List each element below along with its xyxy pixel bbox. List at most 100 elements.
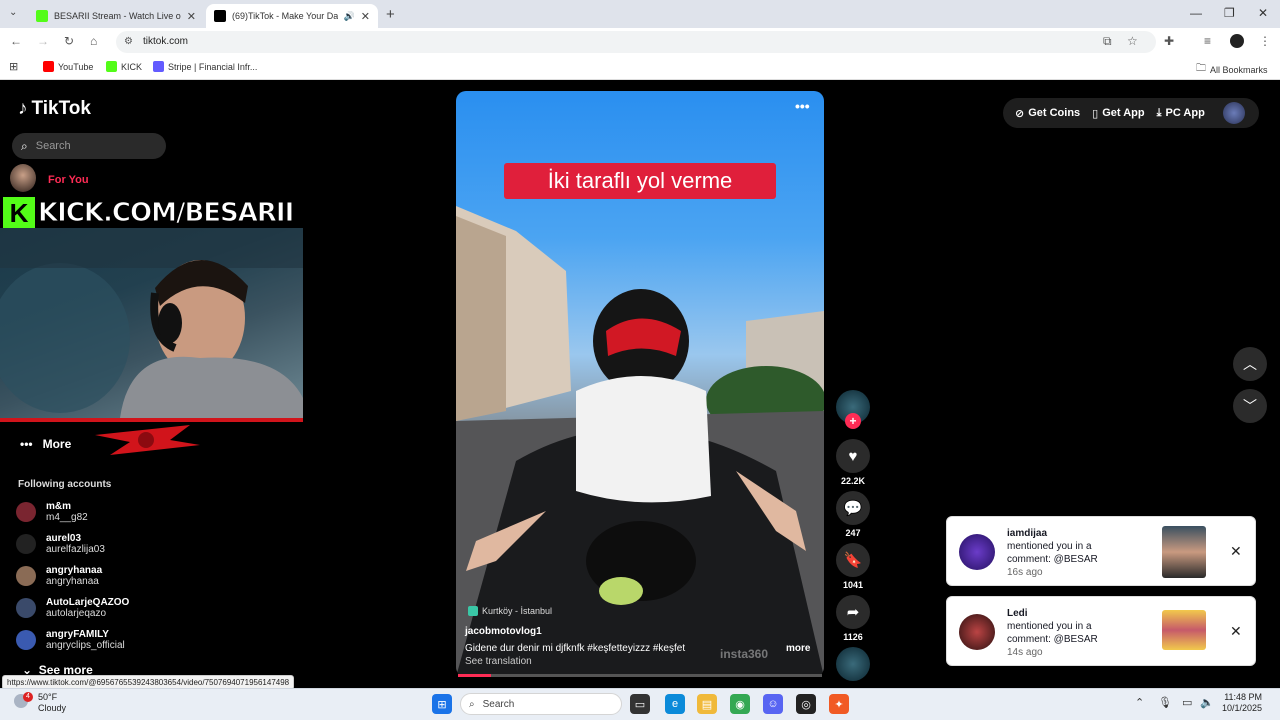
chrome-icon[interactable]: ◉ — [730, 694, 750, 714]
like-button[interactable]: ♥ — [836, 439, 870, 473]
video-progress-bar[interactable] — [458, 674, 822, 677]
nav-more[interactable]: ••• More — [20, 437, 71, 451]
app-icon[interactable]: ✦ — [829, 694, 849, 714]
forward-icon[interactable]: → — [37, 34, 49, 48]
save-button[interactable]: 🔖 — [836, 543, 870, 577]
weather-widget[interactable]: 50°F Cloudy — [22, 692, 66, 714]
edge-icon[interactable]: e — [665, 694, 685, 714]
stripe-icon — [153, 61, 164, 72]
following-account[interactable]: AutoLarjeQAZOO autolarjeqazo — [16, 597, 129, 619]
following-account[interactable]: aurel03 aurelfazlija03 — [16, 533, 105, 555]
get-app-button[interactable]: ▯ Get App — [1092, 107, 1144, 120]
obs-icon[interactable]: ◎ — [796, 694, 816, 714]
weather-temp: 50°F — [38, 692, 58, 702]
install-app-icon[interactable]: ⧉ — [1103, 34, 1112, 49]
microphone-icon[interactable]: 🎙 — [1158, 696, 1172, 709]
clock-time: 11:48 PM — [1224, 692, 1263, 702]
comment-button[interactable]: 💬 — [836, 491, 870, 525]
coin-icon: ⊘ — [1015, 107, 1025, 120]
profile-avatar[interactable] — [1230, 34, 1244, 48]
get-coins-button[interactable]: ⊘ Get Coins — [1015, 107, 1080, 120]
notification-card[interactable]: iamdijaa mentioned you in a comment: @BE… — [946, 516, 1256, 586]
back-icon[interactable]: ← — [10, 34, 22, 48]
restore-button[interactable]: ❐ — [1224, 6, 1235, 20]
next-video-button[interactable]: ﹀ — [1233, 389, 1267, 423]
file-explorer-icon[interactable]: ▤ — [697, 694, 717, 714]
taskbar-search[interactable]: ⌕ Search — [460, 693, 622, 715]
streamer-webcam-image — [0, 228, 303, 418]
windows-start-icon[interactable]: ⊞ — [432, 694, 452, 714]
notification-card[interactable]: Ledi mentioned you in a comment: @BESAR … — [946, 596, 1256, 666]
close-tab-icon[interactable]: ✕ — [187, 10, 196, 23]
following-account[interactable]: angryhanaa angryhanaa — [16, 565, 102, 587]
chrome-menu-icon[interactable]: ⋮ — [1259, 34, 1271, 48]
share-arrow-icon: ➦ — [846, 604, 860, 621]
speaker-icon[interactable]: 🔊 — [344, 11, 355, 22]
following-account[interactable]: m&m m4__g82 — [16, 501, 88, 523]
account-handle: aurelfazlija03 — [46, 544, 105, 555]
task-view-icon[interactable]: ▭ — [630, 694, 650, 714]
following-accounts-header: Following accounts — [18, 479, 112, 490]
home-icon[interactable]: ⌂ — [90, 34, 97, 48]
nav-for-you[interactable]: For You — [48, 174, 89, 186]
reload-icon[interactable]: ↻ — [64, 34, 74, 48]
bookmark-stripe[interactable]: Stripe | Financial Infr... — [153, 61, 257, 72]
video-author[interactable]: jacobmotovlog1 — [465, 626, 542, 637]
account-handle: m4__g82 — [46, 512, 88, 523]
youtube-icon — [43, 61, 54, 72]
clock[interactable]: 11:48 PM 10/1/2025 — [1222, 692, 1262, 714]
clock-date: 10/1/2025 — [1222, 703, 1263, 713]
tiktok-logo[interactable]: ♪ TikTok — [18, 98, 91, 120]
minimize-button[interactable]: — — [1190, 6, 1202, 20]
previous-video-button[interactable]: ︿ — [1233, 347, 1267, 381]
video-location[interactable]: Kurtköy - İstanbul — [468, 606, 552, 616]
all-bookmarks[interactable]: 🗀 All Bookmarks — [1196, 61, 1268, 78]
description-more-button[interactable]: more — [786, 643, 810, 654]
close-notification-icon[interactable]: ✕ — [1230, 543, 1242, 560]
follow-plus-button[interactable]: + — [845, 413, 861, 429]
bookmark-youtube[interactable]: YouTube — [43, 61, 93, 72]
address-bar[interactable] — [116, 31, 1156, 53]
network-icon[interactable]: ▭ — [1182, 696, 1192, 709]
tray-chevron-icon[interactable]: ⌃ — [1135, 696, 1144, 709]
share-button[interactable]: ➦ — [836, 595, 870, 629]
discord-icon[interactable]: ☺ — [763, 694, 783, 714]
search-placeholder: Search — [35, 140, 71, 152]
tab-list-chevron-icon[interactable]: ⌄ — [9, 7, 17, 18]
volume-icon[interactable]: 🔈 — [1200, 696, 1214, 709]
tab-tiktok[interactable]: (69)TikTok - Make Your Day 🔊 ✕ — [206, 4, 378, 28]
close-window-button[interactable]: ✕ — [1258, 6, 1268, 20]
profile-avatar[interactable] — [1222, 102, 1245, 124]
notification-thumbnail[interactable] — [1162, 610, 1206, 650]
close-notification-icon[interactable]: ✕ — [1230, 623, 1242, 640]
video-options-icon[interactable]: ••• — [795, 98, 810, 114]
account-handle: angryhanaa — [46, 576, 99, 587]
kick-banner: K KICK.COM/BESARII — [0, 194, 303, 232]
notification-thumbnail[interactable] — [1162, 526, 1206, 578]
heart-icon: ♥ — [848, 447, 858, 465]
media-control-icon[interactable]: ≡ — [1204, 34, 1211, 48]
extensions-icon[interactable]: ✚ — [1164, 34, 1174, 48]
save-count: 1041 — [842, 580, 864, 590]
new-tab-button[interactable]: + — [386, 6, 395, 23]
bookmark-label: Stripe | Financial Infr... — [168, 61, 258, 72]
site-info-icon[interactable]: ⚙ — [124, 36, 133, 47]
close-tab-icon[interactable]: ✕ — [361, 10, 370, 23]
following-account[interactable]: angryFAMILY angryclips_official — [16, 629, 125, 651]
search-input[interactable]: ⌕ Search — [12, 133, 166, 159]
pc-app-button[interactable]: ⤓ PC App — [1157, 107, 1205, 120]
chevron-down-icon: ﹀ — [1243, 398, 1257, 414]
search-icon: ⌕ — [469, 698, 475, 710]
tab-kick[interactable]: BESARII Stream - Watch Live on ✕ — [28, 4, 204, 28]
url-text[interactable]: tiktok.com — [143, 36, 188, 47]
music-disc[interactable] — [836, 647, 870, 681]
bookmark-kick[interactable]: KICK — [106, 61, 142, 72]
notification-user: iamdijaa — [1007, 528, 1048, 539]
account-name: angryhanaa — [46, 565, 103, 576]
bookmark-star-icon[interactable]: ☆ — [1127, 34, 1138, 48]
bookmark-label: YouTube — [58, 61, 94, 72]
avatar — [16, 534, 36, 554]
account-handle: angryclips_official — [46, 640, 125, 651]
see-translation-button[interactable]: See translation — [465, 656, 532, 667]
apps-grid-icon[interactable]: ⊞ — [9, 60, 18, 73]
